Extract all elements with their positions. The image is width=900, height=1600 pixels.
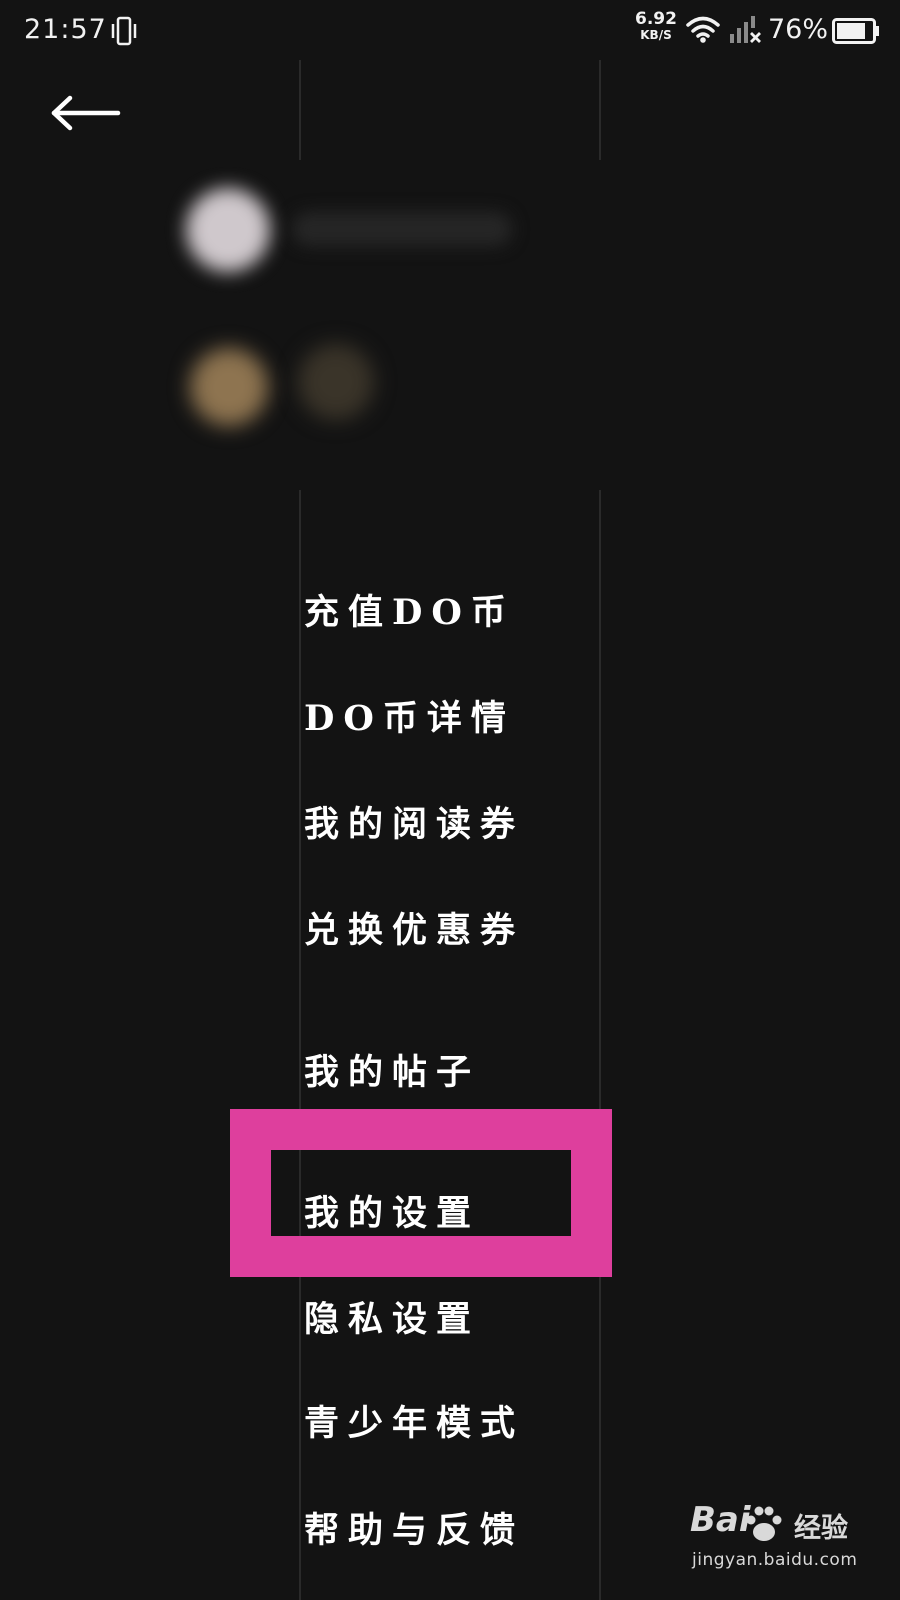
menu-item-teen-mode[interactable]: 青少年模式 bbox=[304, 1395, 524, 1446]
network-speed: 6.92 KB/S bbox=[634, 9, 678, 43]
status-time: 21:57 bbox=[24, 14, 107, 45]
cell-signal-icon bbox=[730, 16, 761, 43]
back-arrow-icon[interactable] bbox=[46, 88, 128, 138]
watermark: Bai 经验 jingyan.baidu.com bbox=[690, 1500, 890, 1590]
vibrate-icon bbox=[111, 16, 137, 46]
menu-item-reading-vouchers[interactable]: 我的阅读券 bbox=[304, 796, 524, 847]
divider-line bbox=[599, 490, 601, 1600]
watermark-url: jingyan.baidu.com bbox=[692, 1550, 858, 1570]
divider-line bbox=[599, 60, 601, 160]
divider-line bbox=[299, 60, 301, 160]
wifi-icon bbox=[686, 16, 720, 43]
menu-item-redeem-coupons[interactable]: 兑换优惠券 bbox=[304, 902, 524, 953]
menu-item-coin-details[interactable]: DO币详情 bbox=[304, 690, 515, 741]
badge-icon[interactable] bbox=[298, 344, 374, 420]
username bbox=[292, 212, 512, 246]
menu-item-recharge[interactable]: 充值DO币 bbox=[304, 584, 515, 635]
avatar[interactable] bbox=[186, 188, 270, 272]
watermark-sub: 经验 bbox=[794, 1513, 848, 1544]
highlight-box bbox=[230, 1109, 612, 1277]
menu-item-my-posts[interactable]: 我的帖子 bbox=[304, 1044, 480, 1095]
menu-item-help-feedback[interactable]: 帮助与反馈 bbox=[304, 1502, 524, 1553]
status-bar: 21:57 6.92 KB/S 76% bbox=[0, 0, 900, 62]
network-speed-value: 6.92 bbox=[635, 9, 677, 29]
network-speed-unit: KB/S bbox=[640, 28, 672, 42]
divider-line bbox=[299, 490, 301, 1600]
menu-item-privacy-settings[interactable]: 隐私设置 bbox=[304, 1291, 480, 1342]
paw-icon bbox=[746, 1506, 782, 1541]
battery-percentage: 76% bbox=[768, 14, 829, 45]
badge-icon[interactable] bbox=[190, 348, 268, 426]
battery-icon bbox=[832, 18, 879, 44]
